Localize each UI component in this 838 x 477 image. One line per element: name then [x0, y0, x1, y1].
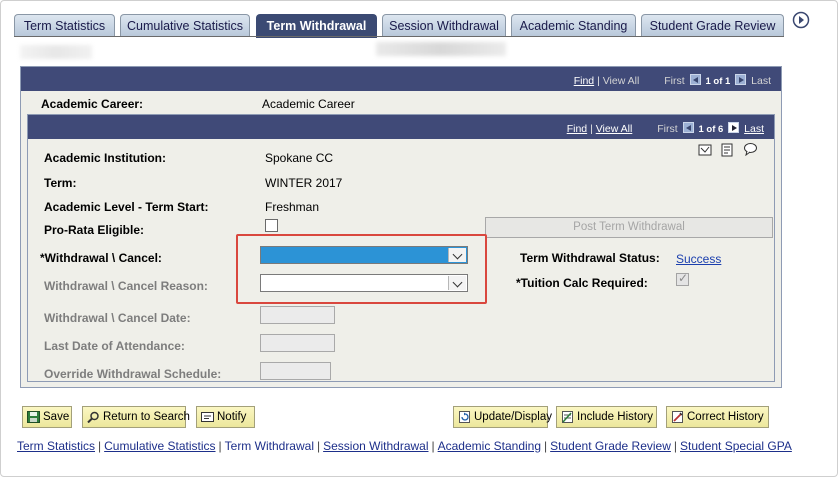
save-button[interactable]: Save [22, 406, 72, 428]
footer-link-session-withdrawal[interactable]: Session Withdrawal [323, 439, 428, 453]
career-view-all: View All [602, 75, 640, 87]
include-history-button[interactable]: Include History [556, 406, 657, 428]
term-prev-icon [682, 122, 694, 133]
footer-link-term-statistics[interactable]: Term Statistics [17, 439, 95, 453]
notify-label: Notify [217, 411, 247, 423]
term-next-icon[interactable] [728, 122, 740, 133]
footer-separator: | [544, 439, 548, 453]
status-link[interactable]: Success [676, 252, 721, 266]
career-find-link[interactable]: Find [574, 75, 594, 87]
academic-career-panel: Find | View All First 1 of 1 Last Academ… [20, 66, 782, 388]
footer-link-student-special-gpa[interactable]: Student Special GPA [680, 439, 792, 453]
level-value: Freshman [265, 200, 320, 214]
blurred-student-name [20, 45, 92, 59]
return-to-search-button[interactable]: Return to Search [82, 406, 190, 428]
refresh-icon [459, 411, 470, 423]
term-label: Term: [44, 176, 77, 190]
footer-separator: | [218, 439, 222, 453]
post-term-withdrawal-button: Post Term Withdrawal [485, 217, 773, 238]
prorata-checkbox[interactable] [265, 219, 278, 232]
tab-cumulative-statistics[interactable]: Cumulative Statistics [120, 14, 250, 37]
term-value: WINTER 2017 [265, 176, 343, 190]
return-to-search-label: Return to Search [103, 411, 190, 423]
tab-student-grade-review[interactable]: Student Grade Review [641, 14, 784, 37]
term-header-separator: | [590, 123, 593, 135]
term-view-all-link[interactable]: View All [596, 123, 633, 135]
notify-button[interactable]: Notify [196, 406, 255, 428]
cancel-date-field [260, 306, 335, 324]
correct-history-label: Correct History [687, 411, 764, 423]
status-label: Term Withdrawal Status: [520, 251, 660, 265]
tab-term-statistics[interactable]: Term Statistics [14, 14, 115, 37]
tab-academic-standing[interactable]: Academic Standing [511, 14, 636, 37]
tab-session-withdrawal[interactable]: Session Withdrawal [382, 14, 506, 37]
report-icon[interactable] [720, 143, 735, 157]
blurred-student-id [376, 42, 506, 56]
term-header-bar: Find | View All First 1 of 6 Last [28, 115, 774, 139]
correct-history-button[interactable]: Correct History [666, 406, 769, 428]
footer-separator: | [98, 439, 102, 453]
career-next-icon [735, 74, 747, 85]
search-icon [87, 411, 99, 423]
footer-separator: | [317, 439, 321, 453]
term-first-label: First [657, 123, 678, 135]
cancel-date-label: Withdrawal \ Cancel Date: [44, 311, 191, 325]
career-header-separator: | [597, 75, 600, 87]
reason-label: Withdrawal \ Cancel Reason: [44, 279, 208, 293]
footer-link-cumulative-statistics[interactable]: Cumulative Statistics [104, 439, 215, 453]
comment-icon[interactable] [743, 142, 758, 156]
save-label: Save [43, 411, 70, 423]
level-label: Academic Level - Term Start: [44, 200, 209, 214]
tuition-calc-label: *Tuition Calc Required: [516, 276, 648, 290]
term-last-link[interactable]: Last [744, 123, 764, 135]
correct-history-icon [672, 411, 683, 423]
update-display-label: Update/Display [474, 411, 552, 423]
override-field [260, 362, 331, 380]
notify-icon [201, 412, 214, 422]
career-header-bar: Find | View All First 1 of 1 Last [21, 67, 781, 91]
last-attendance-label: Last Date of Attendance: [44, 339, 185, 353]
footer-separator: | [673, 439, 678, 453]
save-icon [27, 411, 40, 423]
footer-link-student-grade-review[interactable]: Student Grade Review [550, 439, 671, 453]
career-page-count: 1 of 1 [705, 76, 731, 87]
career-prev-icon [689, 74, 701, 85]
highlight-box [236, 234, 487, 304]
override-label: Override Withdrawal Schedule: [44, 367, 222, 381]
grid-link-icon[interactable] [698, 143, 713, 157]
withdrawal-cancel-label: *Withdrawal \ Cancel: [40, 251, 162, 265]
term-find-link[interactable]: Find [567, 123, 587, 135]
footer-current-term-withdrawal: Term Withdrawal [224, 439, 314, 453]
tab-bar: Term Statistics Cumulative Statistics Te… [14, 14, 818, 38]
tab-underline [14, 36, 784, 37]
institution-label: Academic Institution: [44, 151, 167, 165]
prorata-label: Pro-Rata Eligible: [44, 223, 145, 237]
term-page-count: 1 of 6 [698, 124, 724, 135]
tuition-calc-checkbox [676, 271, 689, 286]
tab-scroll-right-icon[interactable] [792, 11, 810, 29]
institution-value: Spokane CC [265, 151, 334, 165]
footer-links: Term Statistics | Cumulative Statistics | Te… [17, 439, 792, 453]
career-value: Academic Career [262, 97, 355, 111]
career-label: Academic Career: [41, 97, 144, 111]
career-first-label: First [664, 75, 685, 87]
update-display-button[interactable]: Update/Display [453, 406, 552, 428]
tab-term-withdrawal[interactable]: Term Withdrawal [256, 14, 377, 38]
include-history-icon [562, 411, 573, 423]
footer-separator: | [431, 439, 435, 453]
career-last-label: Last [751, 75, 771, 87]
include-history-label: Include History [577, 411, 654, 423]
footer-link-academic-standing[interactable]: Academic Standing [438, 439, 541, 453]
last-attendance-field [260, 334, 335, 352]
